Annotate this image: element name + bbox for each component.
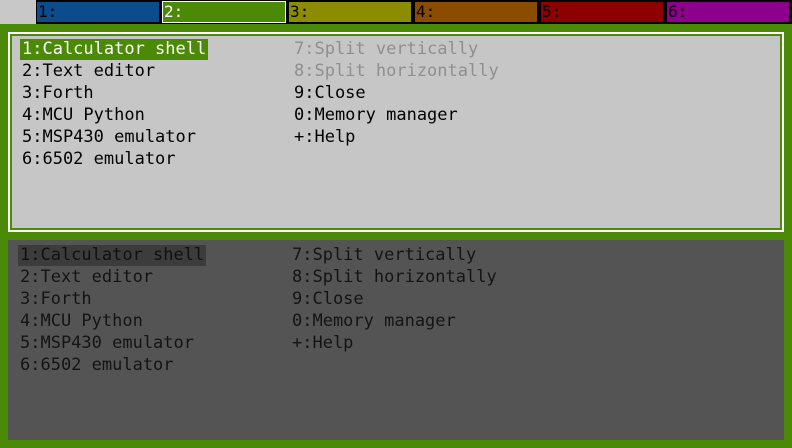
tab-5[interactable]: 5: bbox=[540, 1, 664, 23]
menu-item-calculator-shell[interactable]: 1:Calculator shell bbox=[20, 39, 209, 60]
menu-item-forth[interactable]: 3:Forth bbox=[20, 83, 96, 104]
active-pane[interactable]: 1:Calculator shell 2:Text editor 3:Forth… bbox=[8, 32, 784, 232]
menu-item-split-vertically[interactable]: 7:Split vertically bbox=[290, 245, 478, 266]
menu-item-forth[interactable]: 3:Forth bbox=[18, 289, 94, 310]
menu-item-mcu-python[interactable]: 4:MCU Python bbox=[18, 311, 145, 332]
menu-item-close[interactable]: 9:Close bbox=[290, 289, 366, 310]
menu-item-close[interactable]: 9:Close bbox=[292, 83, 368, 104]
menu-item-memory-manager[interactable]: 0:Memory manager bbox=[292, 105, 460, 126]
tab-6[interactable]: 6: bbox=[666, 1, 790, 23]
tab-2[interactable]: 2: bbox=[162, 1, 286, 23]
menu-item-split-horizontally[interactable]: 8:Split horizontally bbox=[290, 267, 499, 288]
menu-item-mcu-python[interactable]: 4:MCU Python bbox=[20, 105, 147, 126]
menu-item-split-vertically[interactable]: 7:Split vertically bbox=[292, 39, 480, 60]
menu-item-text-editor[interactable]: 2:Text editor bbox=[18, 267, 155, 288]
tab-4[interactable]: 4: bbox=[414, 1, 538, 23]
menu-item-6502-emulator[interactable]: 6:6502 emulator bbox=[18, 355, 176, 376]
menu-item-msp430-emulator[interactable]: 5:MSP430 emulator bbox=[18, 333, 196, 354]
inactive-pane[interactable]: 1:Calculator shell 2:Text editor 3:Forth… bbox=[8, 240, 784, 440]
menu-item-help[interactable]: +:Help bbox=[292, 127, 357, 148]
menu-item-text-editor[interactable]: 2:Text editor bbox=[20, 61, 157, 82]
menu-item-msp430-emulator[interactable]: 5:MSP430 emulator bbox=[20, 127, 198, 148]
tab-bar: 1: 2: 3: 4: 5: 6: bbox=[0, 0, 792, 24]
menu-item-split-horizontally[interactable]: 8:Split horizontally bbox=[292, 61, 501, 82]
menu-item-6502-emulator[interactable]: 6:6502 emulator bbox=[20, 149, 178, 170]
menu-item-memory-manager[interactable]: 0:Memory manager bbox=[290, 311, 458, 332]
tab-1[interactable]: 1: bbox=[36, 1, 160, 23]
menu-item-calculator-shell[interactable]: 1:Calculator shell bbox=[18, 245, 207, 266]
tab-bar-corner bbox=[0, 0, 36, 24]
active-pane-border: 1:Calculator shell 2:Text editor 3:Forth… bbox=[10, 34, 782, 230]
tab-3[interactable]: 3: bbox=[288, 1, 412, 23]
menu-item-help[interactable]: +:Help bbox=[290, 333, 355, 354]
